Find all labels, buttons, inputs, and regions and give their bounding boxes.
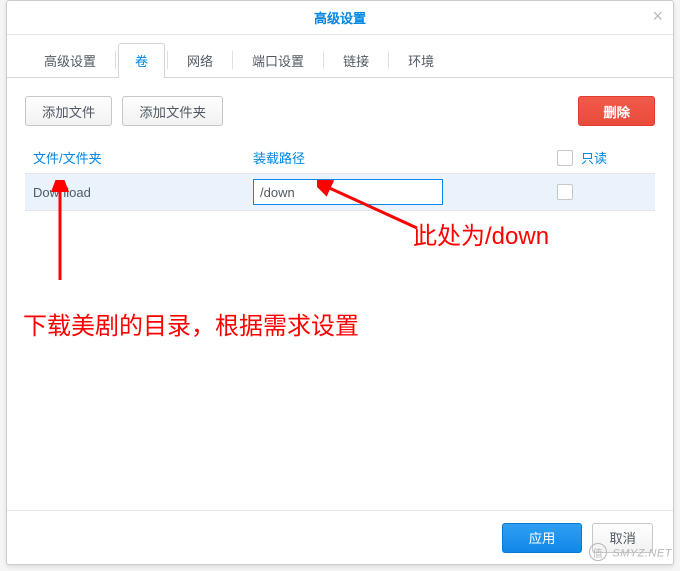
tab-advanced[interactable]: 高级设置 (27, 43, 113, 77)
cell-file-folder: Download (33, 185, 253, 200)
add-file-button[interactable]: 添加文件 (25, 96, 112, 126)
modal-title: 高级设置 (314, 8, 366, 27)
divider (167, 51, 168, 69)
readonly-checkbox[interactable] (557, 184, 573, 200)
tab-network[interactable]: 网络 (170, 43, 230, 77)
col-file-folder[interactable]: 文件/文件夹 (33, 148, 253, 167)
modal-footer: 应用 取消 (7, 510, 673, 564)
tab-port-settings[interactable]: 端口设置 (235, 43, 321, 77)
readonly-header-checkbox[interactable] (557, 150, 573, 166)
toolbar: 添加文件 添加文件夹 删除 (25, 96, 655, 126)
add-folder-button[interactable]: 添加文件夹 (122, 96, 223, 126)
watermark-text: SMYZ.NET (612, 548, 672, 560)
tab-volume[interactable]: 卷 (118, 43, 165, 77)
divider (115, 51, 116, 69)
apply-button[interactable]: 应用 (502, 523, 583, 553)
divider (232, 51, 233, 69)
table-header: 文件/文件夹 装载路径 只读 (25, 142, 655, 173)
mount-path-input[interactable] (253, 179, 443, 205)
col-mount-path[interactable]: 装载路径 (253, 148, 557, 167)
close-icon[interactable]: × (652, 7, 663, 25)
table-row[interactable]: Download (25, 174, 655, 210)
titlebar: 高级设置 × (7, 1, 673, 35)
divider (25, 210, 655, 211)
annotation-note-2: 下载美剧的目录，根据需求设置 (23, 306, 359, 341)
annotation-note-1: 此处为/down (413, 216, 549, 251)
delete-button[interactable]: 删除 (578, 96, 655, 126)
col-readonly-label: 只读 (581, 148, 607, 167)
watermark-badge-icon: 值 (589, 543, 607, 561)
tab-environment[interactable]: 环境 (391, 43, 451, 77)
divider (323, 51, 324, 69)
modal-advanced-settings: 高级设置 × 高级设置 卷 网络 端口设置 链接 环境 添加文件 添加文件夹 删… (6, 0, 674, 565)
divider (388, 51, 389, 69)
tab-strip: 高级设置 卷 网络 端口设置 链接 环境 (7, 35, 673, 78)
tab-content: 添加文件 添加文件夹 删除 文件/文件夹 装载路径 只读 Download (7, 78, 673, 510)
tab-links[interactable]: 链接 (326, 43, 386, 77)
watermark: 值 SMYZ.NET (589, 543, 672, 561)
col-readonly[interactable]: 只读 (557, 148, 647, 167)
